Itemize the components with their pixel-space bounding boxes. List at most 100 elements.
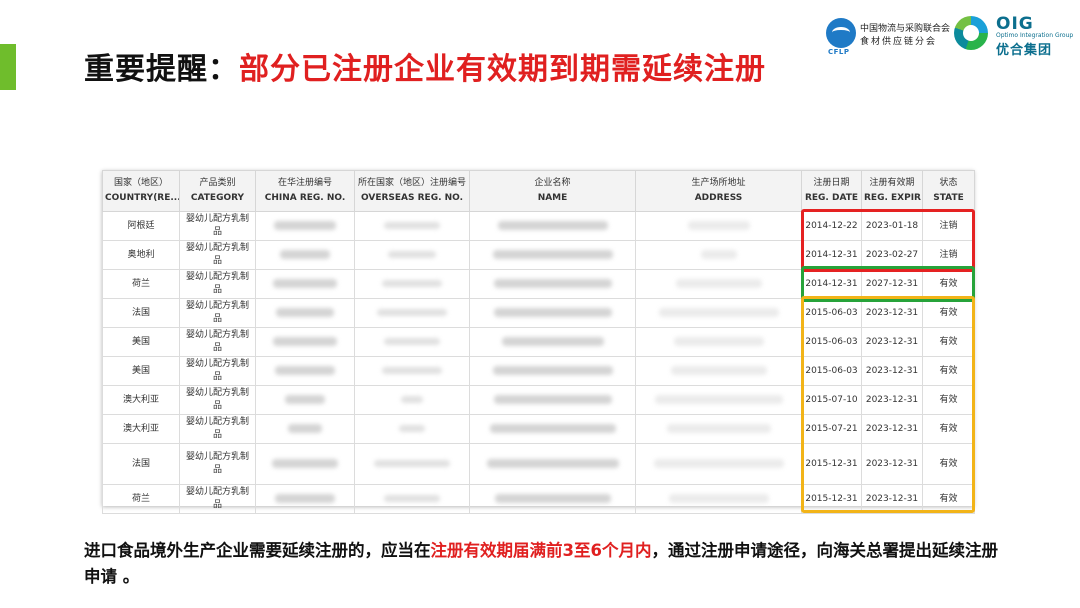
cell-expiry: 2023-12-31 [861,414,923,444]
redacted-blur [493,308,612,317]
redacted-blur [654,395,783,404]
column-header-cn: 产品类别 [199,178,236,188]
cell-state: 有效 [922,484,975,514]
redacted-blur [272,459,338,468]
redacted-blur [275,366,335,375]
redacted-cell [354,240,470,270]
cell-category: 婴幼儿配方乳制品 [179,327,256,357]
cell-country: 阿根廷 [102,211,180,241]
redacted-blur [501,337,604,346]
redacted-cell [469,211,636,241]
cell-country: 荷兰 [102,269,180,299]
column-header-cn: 企业名称 [534,178,571,188]
cell-state: 有效 [922,327,975,357]
column-header-en: STATE [933,193,964,203]
cell-reg-date: 2015-12-31 [801,443,862,485]
cell-expiry: 2023-01-18 [861,211,923,241]
cell-reg-date: 2015-12-31 [801,484,862,514]
redacted-cell [635,211,802,241]
redacted-blur [384,495,440,502]
column-header: 注册日期 REG. DATE [801,170,862,212]
cell-state: 有效 [922,298,975,328]
redacted-blur [377,309,447,316]
table-row: 阿根廷 婴幼儿配方乳制品 2014-12-22 2023-01-18 注销 [102,211,975,241]
title-prefix: 重要提醒： [84,52,239,87]
cell-category: 婴幼儿配方乳制品 [179,269,256,299]
redacted-cell [255,414,355,444]
redacted-blur [274,221,336,230]
cell-reg-date: 2014-12-22 [801,211,862,241]
cflp-logo-line1: 中国物流与采购联合会 [860,24,951,34]
redacted-cell [635,443,802,485]
cell-reg-date: 2015-06-03 [801,327,862,357]
table-header-row: 国家（地区） COUNTRY(RE... 产品类别 CATEGORY 在华注册编号 CHI… [102,170,975,212]
column-header: 状态 STATE [922,170,975,212]
cell-reg-date: 2015-07-10 [801,385,862,415]
column-header-en: REG. DATE [804,193,859,203]
table-row: 荷兰 婴幼儿配方乳制品 2014-12-31 2027-12-31 有效 [102,269,975,299]
redacted-blur [273,337,337,346]
redacted-blur [374,460,450,467]
cell-reg-date: 2014-12-31 [801,240,862,270]
redacted-blur [285,395,325,404]
cell-category: 婴幼儿配方乳制品 [179,356,256,386]
cell-state: 有效 [922,269,975,299]
redacted-cell [469,240,636,270]
cell-country: 奥地利 [102,240,180,270]
cell-state: 注销 [922,211,975,241]
column-header-en: ADDRESS [694,193,743,203]
cell-expiry: 2023-12-31 [861,327,923,357]
redacted-blur [280,250,330,259]
cflp-logo-abbr: CFLP [828,48,850,56]
cell-country: 荷兰 [102,484,180,514]
cell-country: 美国 [102,327,180,357]
redacted-blur [493,279,612,288]
cell-expiry: 2023-12-31 [861,356,923,386]
redacted-cell [469,269,636,299]
table-row: 美国 婴幼儿配方乳制品 2015-06-03 2023-12-31 有效 [102,327,975,357]
cell-reg-date: 2015-06-03 [801,298,862,328]
redacted-cell [635,327,802,357]
redacted-blur [486,459,619,468]
redacted-blur [382,280,442,287]
registration-table-screenshot: 国家（地区） COUNTRY(RE... 产品类别 CATEGORY 在华注册编号 CHI… [102,170,975,514]
column-header-en: COUNTRY(RE... [105,193,180,203]
cell-reg-date: 2015-07-21 [801,414,862,444]
oig-logo-mark [954,16,988,50]
redacted-cell [469,385,636,415]
redacted-cell [354,327,470,357]
table-row: 美国 婴幼儿配方乳制品 2015-06-03 2023-12-31 有效 [102,356,975,386]
oig-logo-subtitle: Optimo Integration Group [996,32,1074,39]
column-header-cn: 生产场所地址 [691,178,746,188]
column-header-en: CATEGORY [190,193,245,203]
table-body: 阿根廷 婴幼儿配方乳制品 2014-12-22 2023-01-18 注销 奥地利 婴幼儿配… [102,211,975,514]
redacted-blur [494,494,611,503]
oig-logo-abbr: OIG [996,14,1034,34]
redacted-cell [469,356,636,386]
cflp-logo-mark [826,18,856,48]
redacted-blur [273,279,337,288]
redacted-cell [354,484,470,514]
redacted-blur [399,425,425,432]
redacted-cell [469,443,636,485]
redacted-blur [489,424,616,433]
table-row: 澳大利亚 婴幼儿配方乳制品 2015-07-21 2023-12-31 有效 [102,414,975,444]
redacted-cell [635,356,802,386]
cell-category: 婴幼儿配方乳制品 [179,385,256,415]
redacted-blur [653,459,784,468]
cell-category: 婴幼儿配方乳制品 [179,211,256,241]
redacted-cell [255,356,355,386]
cell-category: 婴幼儿配方乳制品 [179,298,256,328]
column-header: 产品类别 CATEGORY [179,170,256,212]
redacted-cell [469,298,636,328]
redacted-cell [255,298,355,328]
slide-title: 重要提醒：部分已注册企业有效期到期需延续注册 [84,44,766,88]
redacted-cell [255,385,355,415]
accent-bar [0,44,16,90]
column-header: 所在国家（地区）注册编号 OVERSEAS REG. NO. [354,170,470,212]
footnote-part1: 进口食品境外生产企业需要延续注册的，应当在 [84,541,431,560]
footnote: 进口食品境外生产企业需要延续注册的，应当在注册有效期届满前3至6个月内，通过注册… [84,538,1014,590]
cell-state: 有效 [922,414,975,444]
cell-expiry: 2023-12-31 [861,385,923,415]
cell-state: 有效 [922,356,975,386]
